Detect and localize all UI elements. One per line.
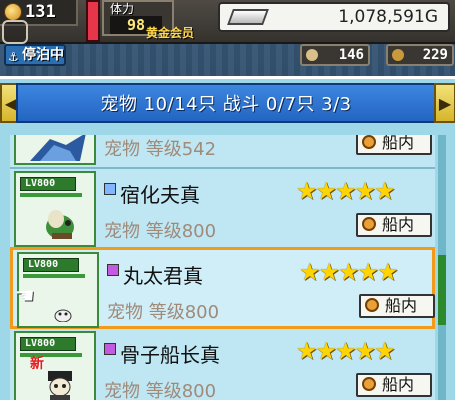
location-label: 船内 xyxy=(385,296,418,315)
pet-row-selected[interactable]: LV800 ☚ 丸太君真 ★★★★★ 宠物 等级800 船内 xyxy=(10,247,435,329)
element-icon xyxy=(107,264,119,276)
pet-portrait: LV800 xyxy=(14,171,96,247)
element-icon xyxy=(104,343,116,355)
pet-level-text: 宠物 等级800 xyxy=(104,221,217,242)
location-tag[interactable]: 船内 xyxy=(356,213,432,237)
pet-sprite-icon xyxy=(48,371,72,400)
location-tag[interactable]: 船内 xyxy=(356,373,432,397)
pet-level-text: 宠物 等级800 xyxy=(104,381,217,400)
vip-label: 黄金会员 xyxy=(146,26,195,40)
pet-name: 丸太君真 xyxy=(123,264,203,288)
pet-hp-bar xyxy=(23,274,85,278)
pet-lv-badge: LV800 xyxy=(20,177,76,191)
map-pin-icon xyxy=(362,135,376,149)
level-icon xyxy=(4,3,22,21)
anchor-icon: ⚓ xyxy=(8,50,19,64)
pet-row[interactable]: 宠物 等级542 船内 xyxy=(10,135,435,169)
pet-row[interactable]: LV800 宿化夫真 ★★★★★ 宠物 等级800 船内 xyxy=(10,169,435,251)
location-label: 船内 xyxy=(382,135,415,152)
pet-lv-badge: LV800 xyxy=(23,258,79,272)
location-label: 船内 xyxy=(382,375,415,394)
pet-sprite-icon xyxy=(46,210,74,239)
pet-level-text: 宠物 等级800 xyxy=(107,302,220,323)
resource-b-icon xyxy=(392,49,404,61)
top-status-bar: 131 体力 98 黄金会员 1,078,591G xyxy=(0,0,455,44)
pointer-hand-icon: ☚ xyxy=(15,284,35,309)
rarity-stars: ★★★★★ xyxy=(296,337,396,365)
docked-label: 停泊中 xyxy=(22,47,64,63)
docked-badge: ⚓ 停泊中 xyxy=(4,44,66,66)
resource-a-icon xyxy=(306,49,318,61)
pet-sprite-icon xyxy=(54,309,72,322)
pet-panel: ◀ 宠物 10/14只 战斗 0/7只 3/3 ▶ 宠物 等级542 船内 LV xyxy=(0,76,455,400)
map-pin-icon xyxy=(365,298,379,312)
pet-level-text: 宠物 等级542 xyxy=(104,139,217,160)
pet-portrait xyxy=(14,135,96,165)
pet-portrait: LV800 ☚ xyxy=(15,252,99,328)
gold-bar-icon xyxy=(227,9,269,25)
next-page-button[interactable]: ▶ xyxy=(434,83,455,123)
gold-counter: 1,078,591G xyxy=(218,2,450,32)
game-logo-icon xyxy=(2,20,28,44)
pet-list[interactable]: 宠物 等级542 船内 LV800 宿化夫真 ★★★★★ 宠物 等级800 船内… xyxy=(10,135,435,400)
pet-lv-badge: LV800 xyxy=(20,337,76,351)
location-tag[interactable]: 船内 xyxy=(356,135,432,155)
element-icon xyxy=(104,183,116,195)
resource-counter-a: 146 xyxy=(300,44,370,66)
pet-count-summary: 宠物 10/14只 战斗 0/7只 3/3 xyxy=(100,94,352,115)
pet-list-header: 宠物 10/14只 战斗 0/7只 3/3 xyxy=(16,83,436,123)
location-tag[interactable]: 船内 xyxy=(359,294,435,318)
chevron-right-icon: ▶ xyxy=(438,93,452,113)
resource-b-value: 229 xyxy=(422,47,448,63)
pet-portrait: LV800 新 xyxy=(14,331,96,400)
player-level: 131 xyxy=(25,2,56,22)
resource-a-value: 146 xyxy=(338,47,364,63)
pet-hp-bar xyxy=(20,193,82,197)
gold-value: 1,078,591G xyxy=(338,7,438,27)
rarity-stars: ★★★★★ xyxy=(296,177,396,205)
map-pin-icon xyxy=(362,217,376,231)
pet-name: 骨子船长真 xyxy=(120,343,220,367)
pet-sprite-icon xyxy=(30,135,86,161)
location-label: 船内 xyxy=(382,215,415,234)
map-pin-icon xyxy=(362,377,376,391)
scroll-thumb[interactable] xyxy=(438,255,446,325)
rarity-stars: ★★★★★ xyxy=(299,258,399,286)
pet-name: 宿化夫真 xyxy=(120,183,200,207)
stamina-label: 体力 xyxy=(110,2,135,16)
list-scrollbar[interactable] xyxy=(438,135,446,400)
stamina-gauge xyxy=(86,0,100,42)
pet-row[interactable]: LV800 新 骨子船长真 ★★★★★ 宠物 等级800 船内 xyxy=(10,329,435,400)
secondary-status-row: ⚓ 停泊中 146 229 xyxy=(0,44,455,68)
resource-counter-b: 229 xyxy=(386,44,454,66)
